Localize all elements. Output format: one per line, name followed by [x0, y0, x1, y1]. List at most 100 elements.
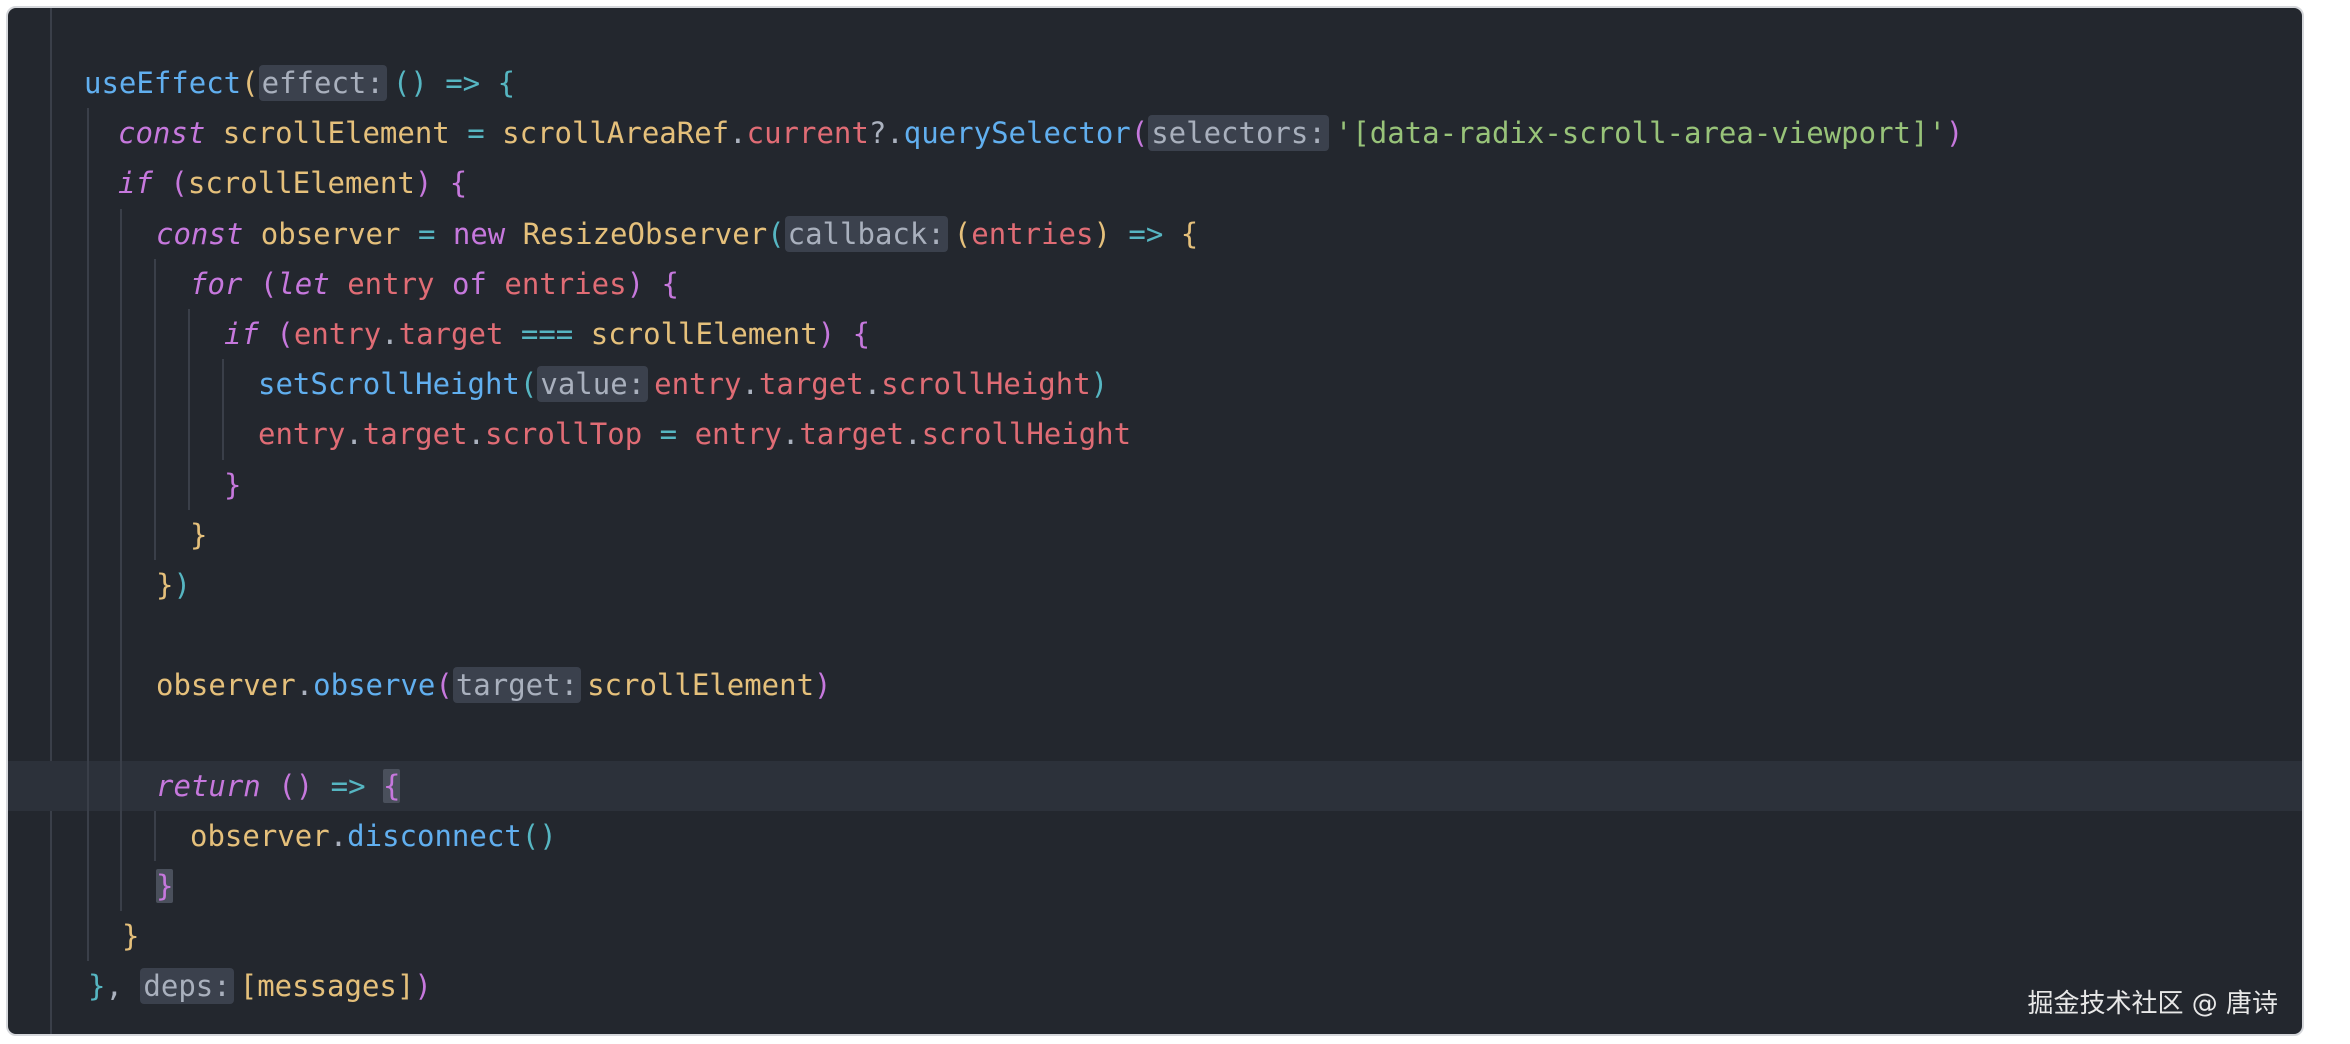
operator: = — [659, 417, 678, 452]
indent-guide — [188, 459, 190, 510]
operator: = — [467, 116, 485, 151]
dot: . — [381, 316, 399, 351]
indent-guide — [120, 409, 122, 460]
indent-guide — [120, 359, 122, 410]
paren: ) — [817, 316, 836, 351]
indent-guide — [87, 810, 89, 861]
code-line: }) — [8, 559, 2302, 611]
code-line: const scrollElement = scrollAreaRef.curr… — [8, 108, 2302, 159]
identifier: entry — [293, 316, 382, 351]
bracket: ] — [396, 969, 415, 1004]
brace: { — [852, 316, 871, 351]
code-line: } — [8, 509, 2302, 560]
property: target — [758, 367, 864, 402]
code-line: } — [8, 861, 2302, 912]
paren: ) — [1093, 216, 1111, 251]
indent-guide — [87, 610, 89, 661]
brace: } — [224, 467, 242, 502]
indent-guide — [87, 409, 89, 460]
brace: } — [88, 969, 106, 1004]
paren: ( — [1130, 116, 1149, 151]
dot: . — [741, 367, 759, 402]
dot: . — [467, 417, 486, 452]
paren: ) — [414, 969, 432, 1004]
indent-guide — [87, 710, 89, 761]
paren: ( — [519, 367, 538, 402]
dot: . — [345, 417, 363, 452]
property: target — [398, 316, 504, 351]
code-block: useEffect(effect:() => { const scrollEle… — [8, 58, 2302, 1012]
paren: ( — [259, 266, 278, 301]
code-line: useEffect(effect:() => { — [8, 58, 2302, 108]
arrow: => — [1128, 216, 1164, 251]
indent-guide — [87, 208, 89, 259]
paren: ( — [435, 668, 453, 703]
dot: . — [904, 417, 922, 452]
inlay-hint: deps: — [140, 968, 234, 1005]
indent-guide — [222, 409, 224, 460]
indent-guide — [87, 308, 89, 360]
params: () — [392, 66, 428, 100]
indent-guide — [120, 810, 122, 861]
indent-guide — [87, 108, 89, 159]
operator: === — [520, 316, 574, 351]
code-line: entry.target.scrollTop = entry.target.sc… — [8, 409, 2302, 460]
brace: } — [156, 567, 174, 602]
function-name: useEffect — [84, 66, 242, 100]
indent-guide — [87, 359, 89, 410]
indent-guide — [154, 509, 156, 560]
class-name: ResizeObserver — [522, 216, 768, 251]
indent-guide — [87, 660, 89, 711]
paren: ( — [276, 316, 294, 351]
operator: = — [417, 216, 436, 251]
identifier: entry — [654, 367, 742, 402]
paren: ( — [170, 166, 188, 201]
identifier: scrollElement — [187, 166, 415, 201]
paren: ) — [1090, 367, 1109, 402]
indent-guide — [120, 660, 122, 711]
paren: ( — [241, 66, 259, 100]
arrow: => — [330, 768, 366, 803]
optional-chain: ?. — [868, 116, 904, 151]
keyword: for — [190, 266, 243, 301]
brace-match: { — [383, 768, 401, 803]
inlay-hint: value: — [537, 366, 649, 403]
code-line: } — [8, 459, 2302, 510]
indent-guide — [120, 710, 122, 761]
brace: } — [190, 517, 208, 552]
paren: ( — [767, 216, 785, 251]
identifier: scrollElement — [590, 316, 818, 351]
brace: { — [1180, 216, 1199, 251]
inlay-hint: target: — [452, 667, 582, 704]
keyword: if — [118, 166, 153, 201]
indent-guide — [154, 810, 156, 861]
arrow: => — [445, 66, 481, 100]
indent-guide — [154, 258, 156, 309]
indent-guide — [188, 308, 190, 360]
property: current — [746, 116, 869, 151]
indent-guide — [87, 861, 89, 912]
code-line: const observer = new ResizeObserver(call… — [8, 208, 2302, 259]
indent-guide — [120, 610, 122, 661]
keyword: if — [224, 316, 259, 351]
function-name: setScrollHeight — [258, 367, 520, 402]
code-line-blank — [8, 710, 2302, 761]
dot: . — [781, 417, 800, 452]
indent-guide — [188, 409, 190, 460]
code-line: if (entry.target === scrollElement) { — [8, 308, 2302, 360]
code-line-active: return () => { — [8, 760, 2302, 811]
property: target — [362, 417, 468, 452]
keyword: of — [451, 266, 487, 301]
parameter: entries — [971, 216, 1094, 251]
inlay-hint: callback: — [784, 215, 948, 252]
indent-guide — [120, 861, 122, 912]
code-line: observer.observe(target: scrollElement) — [8, 660, 2302, 711]
code-editor-frame: useEffect(effect:() => { const scrollEle… — [6, 6, 2304, 1036]
bracket: [ — [239, 969, 258, 1004]
property: scrollHeight — [881, 367, 1091, 402]
indent-guide — [154, 459, 156, 510]
indent-guide — [87, 258, 89, 309]
property: target — [799, 417, 905, 452]
brace: { — [497, 66, 516, 100]
identifier: messages — [257, 969, 397, 1004]
